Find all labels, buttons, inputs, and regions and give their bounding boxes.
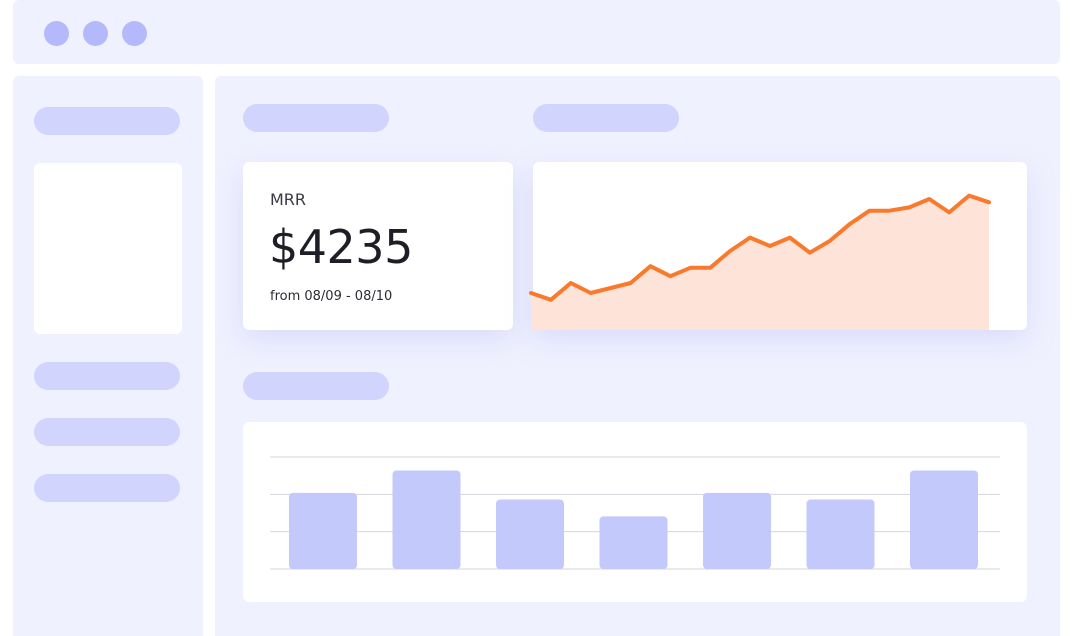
section-heading-placeholder xyxy=(243,372,389,400)
sidebar-item-2[interactable] xyxy=(34,418,180,446)
mrr-trend-chart xyxy=(529,193,991,330)
mrr-value: $4235 xyxy=(269,220,413,274)
bar-chart-bar xyxy=(289,492,357,569)
bar-chart-bar xyxy=(599,516,668,569)
mrr-card: MRR $4235 from 08/09 - 08/10 xyxy=(243,162,513,330)
bar-chart-card xyxy=(243,422,1027,602)
window-control-dot[interactable] xyxy=(83,21,108,46)
sidebar-image-placeholder xyxy=(34,163,182,334)
bar-chart-bar xyxy=(806,499,875,569)
bar-chart-bar xyxy=(496,499,564,569)
sidebar-item-1[interactable] xyxy=(34,362,180,390)
bar-chart-bar xyxy=(910,470,978,569)
mrr-label: MRR xyxy=(270,190,307,209)
bar-chart xyxy=(270,456,1000,570)
mrr-trend-chart-card xyxy=(529,162,1027,330)
main-content: MRR $4235 from 08/09 - 08/10 xyxy=(215,76,1060,636)
section-heading-placeholder xyxy=(533,104,679,132)
bar-chart-bar xyxy=(703,492,771,569)
window-control-dot[interactable] xyxy=(44,21,69,46)
bar-chart-bar xyxy=(392,470,461,569)
window-titlebar xyxy=(13,0,1060,64)
window-control-dot[interactable] xyxy=(122,21,147,46)
sidebar-title-placeholder xyxy=(34,107,180,135)
mrr-date-range: from 08/09 - 08/10 xyxy=(270,289,393,304)
sidebar-item-3[interactable] xyxy=(34,474,180,502)
section-heading-placeholder xyxy=(243,104,389,132)
sidebar xyxy=(13,76,203,636)
mrr-area-fill xyxy=(531,195,989,330)
